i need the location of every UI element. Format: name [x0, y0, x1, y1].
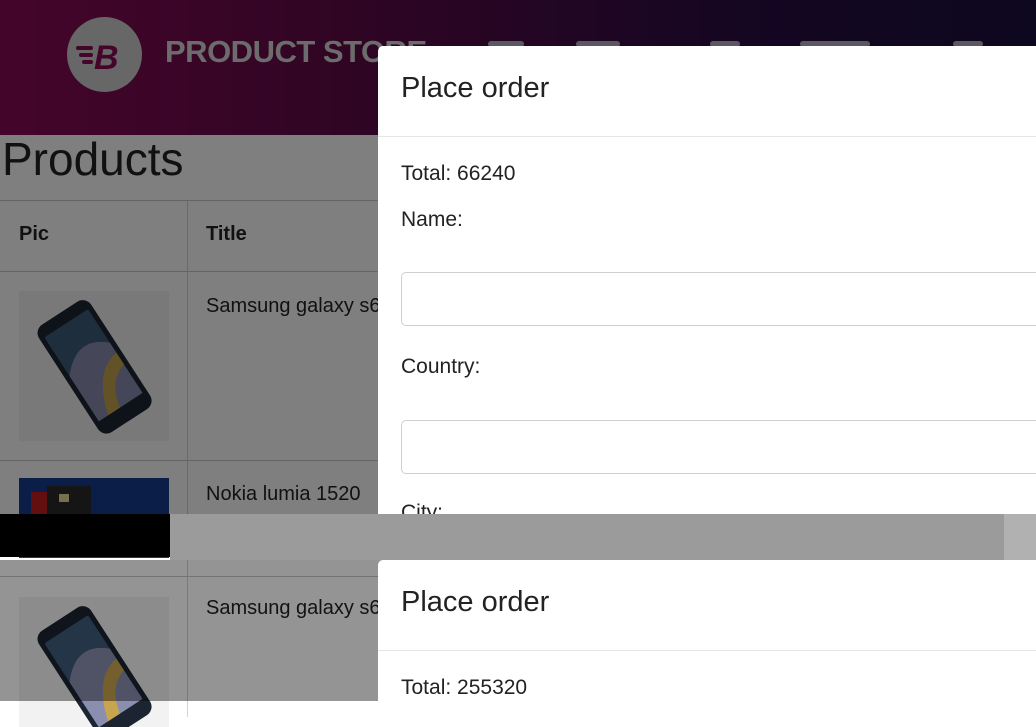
order-total: Total: 66240	[401, 162, 516, 185]
modal-header: Place order	[378, 46, 1036, 137]
second-view: Place order Total: 255320	[0, 514, 1036, 701]
country-input[interactable]	[401, 420, 1036, 474]
name-label: Name:	[401, 208, 463, 231]
name-input[interactable]	[401, 272, 1036, 326]
place-order-modal: Place order Total: 66240 Name: Country: …	[378, 46, 1036, 514]
modal-title: Place order	[401, 72, 550, 104]
city-label: City:	[401, 501, 443, 514]
modal-title: Place order	[401, 586, 550, 618]
modal-header: Place order	[378, 560, 1036, 651]
country-label: Country:	[401, 355, 481, 378]
order-total: Total: 255320	[401, 676, 528, 699]
place-order-modal: Place order Total: 255320	[378, 560, 1036, 701]
